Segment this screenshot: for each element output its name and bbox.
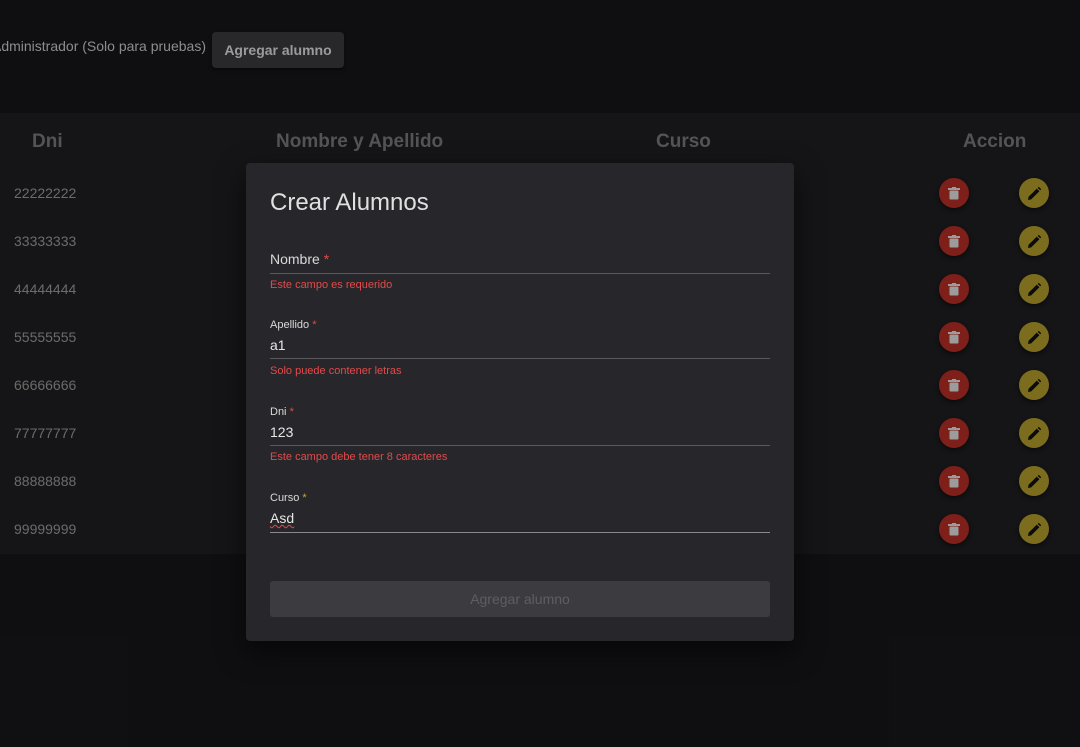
dni-input[interactable]: 123 <box>270 424 293 440</box>
apellido-label: Apellido * <box>270 319 317 331</box>
curso-underline <box>270 532 770 533</box>
apellido-error: Solo puede contener letras <box>270 365 402 377</box>
nombre-label: Nombre * <box>270 251 330 267</box>
dni-label: Dni * <box>270 406 294 418</box>
nombre-field[interactable]: Nombre * Este campo es requerido <box>270 247 770 297</box>
curso-label: Curso * <box>270 492 307 504</box>
apellido-input[interactable]: a1 <box>270 337 286 353</box>
submit-add-student-button[interactable]: Agregar alumno <box>270 581 770 617</box>
nombre-underline <box>270 273 770 274</box>
dni-underline <box>270 445 770 446</box>
dni-error: Este campo debe tener 8 caracteres <box>270 451 448 463</box>
dialog-title: Crear Alumnos <box>270 189 429 216</box>
apellido-underline <box>270 358 770 359</box>
create-student-dialog: Crear Alumnos Nombre * Este campo es req… <box>246 163 794 641</box>
dni-field[interactable]: Dni * 123 Este campo debe tener 8 caract… <box>270 406 770 466</box>
nombre-error: Este campo es requerido <box>270 279 393 291</box>
apellido-field[interactable]: Apellido * a1 Solo puede contener letras <box>270 319 770 379</box>
curso-input[interactable]: Asd <box>270 510 294 526</box>
curso-field[interactable]: Curso * Asd <box>270 492 770 536</box>
